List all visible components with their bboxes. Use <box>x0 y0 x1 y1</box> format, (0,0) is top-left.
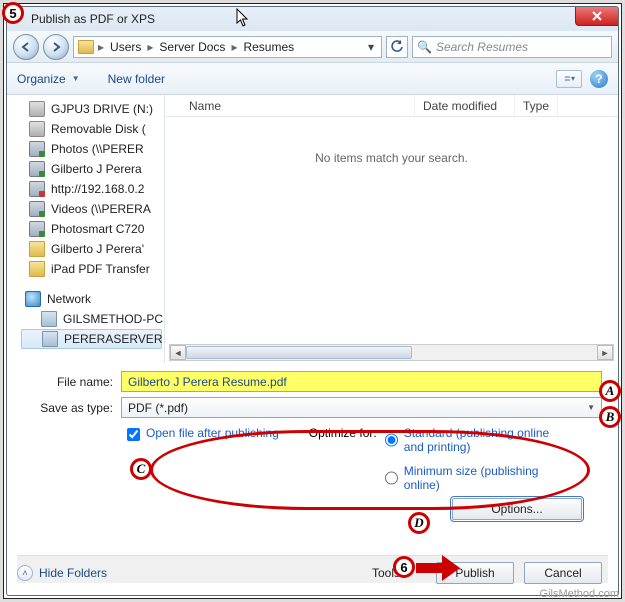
folder-icon <box>29 261 45 277</box>
address-bar[interactable]: ▸ Users ▸ Server Docs ▸ Resumes ▾ <box>73 36 382 58</box>
column-headers: Name Date modified Type <box>165 95 618 117</box>
refresh-button[interactable] <box>386 36 408 58</box>
refresh-icon <box>391 40 404 53</box>
empty-message: No items match your search. <box>165 151 618 165</box>
callout-D: D <box>408 512 430 534</box>
chevron-down-icon: ▼ <box>587 403 595 412</box>
callout-A: A <box>599 380 621 402</box>
search-placeholder: Search Resumes <box>436 40 528 54</box>
folder-icon <box>78 40 94 54</box>
network-drive-icon <box>29 161 45 177</box>
tree-item: Videos (\\PERERA <box>7 199 164 219</box>
callout-6: 6 <box>393 556 415 578</box>
title-bar: Publish as PDF or XPS <box>7 7 618 31</box>
nav-bar: ▸ Users ▸ Server Docs ▸ Resumes ▾ 🔍 Sear… <box>7 31 618 63</box>
dialog-window: Publish as PDF or XPS ▸ Users ▸ Server D… <box>6 6 619 596</box>
open-after-label[interactable]: Open file after publishing <box>146 426 279 440</box>
callout-C: C <box>130 458 152 480</box>
close-button[interactable] <box>575 6 619 26</box>
callout-B: B <box>599 406 621 428</box>
scroll-right-button[interactable]: ► <box>597 345 613 360</box>
new-folder-button[interactable]: New folder <box>108 72 165 86</box>
tree-item: Removable Disk ( <box>7 119 164 139</box>
watermark: GilsMethod.com <box>540 588 619 600</box>
optimize-standard-radio[interactable] <box>385 426 398 454</box>
breadcrumb-seg[interactable]: Users <box>106 40 145 54</box>
cancel-button[interactable]: Cancel <box>524 562 602 584</box>
tree-item: Gilberto J Perera <box>7 159 164 179</box>
tree-item: Photos (\\PERER <box>7 139 164 159</box>
breadcrumb-arrow: ▸ <box>231 40 237 54</box>
view-menu[interactable]: ≣ ▾ <box>556 70 582 88</box>
breadcrumb-arrow: ▸ <box>147 40 153 54</box>
help-button[interactable]: ? <box>590 70 608 88</box>
arrow-right-icon <box>50 41 62 53</box>
file-name-label: File name: <box>23 375 121 389</box>
close-icon <box>591 11 603 21</box>
breadcrumb-seg[interactable]: Server Docs <box>155 40 229 54</box>
chevron-down-icon: ▼ <box>72 74 80 83</box>
scroll-thumb[interactable] <box>186 346 412 359</box>
scroll-left-button[interactable]: ◄ <box>170 345 186 360</box>
tree-item: http://192.168.0.2 <box>7 179 164 199</box>
network-drive-icon <box>29 141 45 157</box>
network-icon <box>25 291 41 307</box>
tree-item-selected: PERERASERVER <box>21 329 162 349</box>
network-drive-icon <box>29 201 45 217</box>
tree-network: Network <box>19 289 164 309</box>
drive-icon <box>29 121 45 137</box>
folder-tree[interactable]: GJPU3 DRIVE (N:) Removable Disk ( Photos… <box>7 95 165 363</box>
optimize-minimum-radio[interactable] <box>385 464 398 492</box>
organize-menu[interactable]: Organize ▼ <box>17 72 80 86</box>
forward-button[interactable] <box>43 34 69 60</box>
chevron-up-icon: ˄ <box>17 565 33 581</box>
tree-item: Gilberto J Perera' <box>7 239 164 259</box>
file-name-input[interactable] <box>121 371 602 392</box>
tree-item: iPad PDF Transfer <box>7 259 164 279</box>
hide-folders-button[interactable]: ˄ Hide Folders <box>17 565 107 581</box>
optimize-for-label: Optimize for: <box>309 426 377 492</box>
breadcrumb-arrow: ▸ <box>98 40 104 54</box>
optimize-minimum-label[interactable]: Minimum size (publishing online) <box>404 464 554 492</box>
search-input[interactable]: 🔍 Search Resumes <box>412 36 612 58</box>
arrow-left-icon <box>20 41 32 53</box>
col-name[interactable]: Name <box>165 95 415 116</box>
open-after-checkbox[interactable] <box>127 428 140 441</box>
file-list[interactable]: Name Date modified Type No items match y… <box>165 95 618 363</box>
tree-item: Photosmart C720 <box>7 219 164 239</box>
window-title: Publish as PDF or XPS <box>31 12 155 26</box>
save-type-label: Save as type: <box>23 401 121 415</box>
back-button[interactable] <box>13 34 39 60</box>
help-icon: ? <box>595 72 602 86</box>
address-dropdown[interactable]: ▾ <box>363 40 377 54</box>
toolbar: Organize ▼ New folder ≣ ▾ ? <box>7 63 618 95</box>
breadcrumb-seg[interactable]: Resumes <box>239 40 298 54</box>
col-type[interactable]: Type <box>515 95 558 116</box>
computer-icon <box>41 311 57 327</box>
folder-icon <box>29 241 45 257</box>
horizontal-scrollbar[interactable]: ◄ ► <box>169 344 614 361</box>
computer-icon <box>42 331 58 347</box>
callout-5: 5 <box>2 2 24 24</box>
search-icon: 🔍 <box>417 40 432 54</box>
network-drive-error-icon <box>29 181 45 197</box>
optimize-standard-label[interactable]: Standard (publishing online and printing… <box>404 426 554 454</box>
footer: ˄ Hide Folders Tools Publish Cancel <box>17 555 608 583</box>
col-date[interactable]: Date modified <box>415 95 515 116</box>
options-button[interactable]: Options... <box>452 498 582 520</box>
tree-item: GILSMETHOD-PC <box>19 309 164 329</box>
network-drive-icon <box>29 221 45 237</box>
drive-icon <box>29 101 45 117</box>
tree-item: GJPU3 DRIVE (N:) <box>7 99 164 119</box>
save-type-select[interactable]: PDF (*.pdf) ▼ <box>121 397 602 418</box>
